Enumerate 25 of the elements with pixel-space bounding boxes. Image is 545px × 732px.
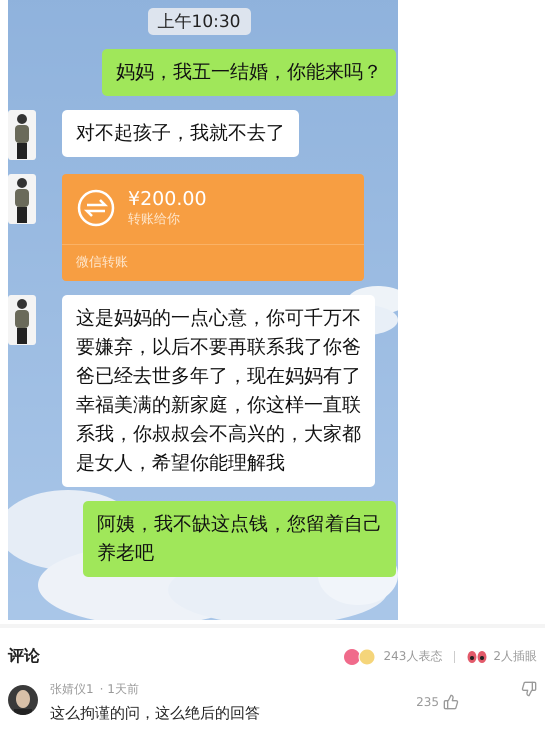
transfer-label: 微信转账 bbox=[75, 254, 129, 272]
thumbs-down-icon[interactable] bbox=[521, 681, 537, 697]
avatar bbox=[8, 110, 36, 160]
comment-time: · 1天前 bbox=[100, 681, 139, 698]
avatar bbox=[8, 295, 36, 345]
avatar bbox=[8, 174, 36, 224]
avatar bbox=[8, 685, 38, 715]
transfer-card[interactable]: ¥200.00 转账给你 微信转账 bbox=[62, 174, 364, 281]
reaction-icons bbox=[343, 648, 378, 666]
message-bubble: 阿姨，我不缺这点钱，您留着自己养老吧 bbox=[83, 501, 396, 577]
transfer-note: 转账给你 bbox=[128, 211, 181, 228]
eyes-icon bbox=[467, 650, 488, 664]
comments-title: 评论 bbox=[8, 646, 40, 667]
transfer-amount: ¥200.00 bbox=[128, 188, 207, 210]
bookmark-count[interactable]: 2人插眼 bbox=[493, 648, 537, 665]
comment-text: 这么拘谨的问，这么绝后的回答 bbox=[50, 704, 261, 723]
like-count: 235 bbox=[416, 695, 439, 709]
comment-author[interactable]: 张婧仪1 bbox=[50, 681, 94, 698]
message-bubble: 对不起孩子，我就不去了 bbox=[62, 110, 299, 157]
thumbs-up-icon[interactable] bbox=[443, 694, 459, 710]
message-bubble: 这是妈妈的一点心意，你可千万不要嫌弃，以后不要再联系我了你爸爸已经去世多年了，现在妈妈有了幸福美满的新家庭，你这样一直联系我，你叔叔会不高兴的，大家都是女人，希望你能理解我 bbox=[62, 295, 375, 487]
reaction-count[interactable]: 243人表态 bbox=[383, 648, 442, 665]
message-bubble: 妈妈，我五一结婚，你能来吗？ bbox=[102, 49, 396, 96]
timestamp: 上午10:30 bbox=[148, 8, 250, 35]
transfer-icon bbox=[76, 188, 116, 228]
